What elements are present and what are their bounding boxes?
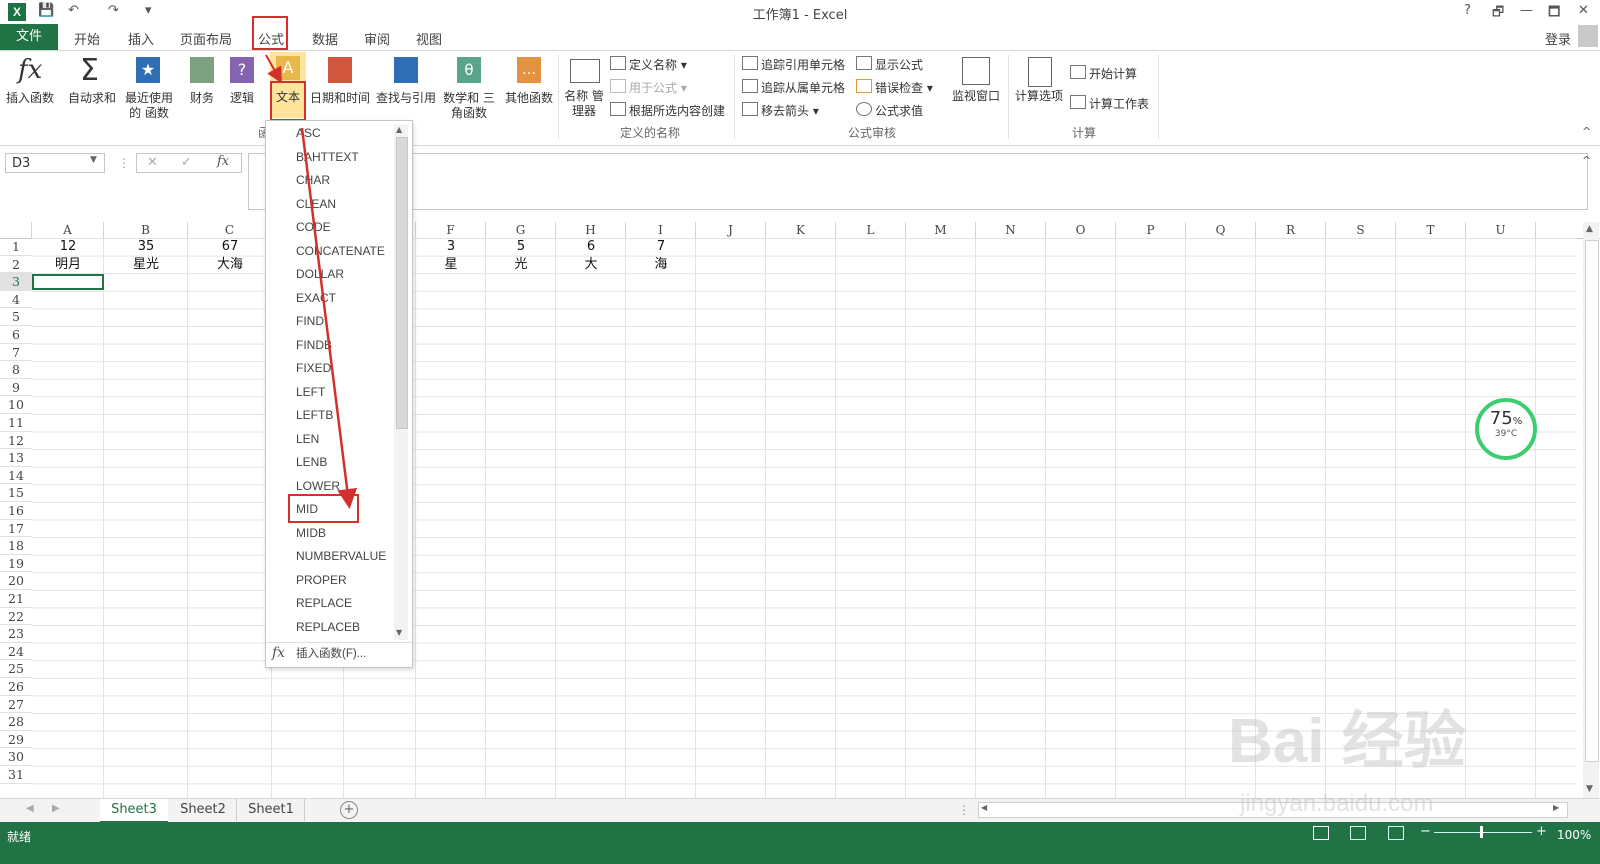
zoom-slider[interactable] xyxy=(1434,832,1532,833)
widget-temp: 39°C xyxy=(1494,429,1518,439)
prev-sheet-icon[interactable]: ◀ xyxy=(26,803,34,814)
performance-widget: 75% 39°C xyxy=(1475,398,1537,460)
sheet-tab-sheet3[interactable]: Sheet3 xyxy=(100,799,168,824)
zoom-level[interactable]: 100% xyxy=(1557,828,1591,842)
zoom-out-icon[interactable]: − xyxy=(1420,824,1431,839)
arrow-to-mid-item xyxy=(300,127,358,509)
page-break-view-icon[interactable] xyxy=(1388,826,1404,840)
page-layout-view-icon[interactable] xyxy=(1350,826,1366,840)
zoom-slider-thumb[interactable] xyxy=(1480,826,1483,838)
scroll-left-icon[interactable]: ◀ xyxy=(981,803,987,812)
baidu-watermark-url: jingyan.baidu.com xyxy=(1240,790,1434,817)
baidu-watermark: Bai 经验 xyxy=(1228,707,1466,776)
add-sheet-button[interactable]: + xyxy=(340,801,358,819)
status-bar: 就绪 − + 100% xyxy=(0,822,1600,864)
sheet-tab-sheet1[interactable]: Sheet1 xyxy=(238,799,305,821)
arrow-tab-to-text-button xyxy=(265,54,282,84)
sheet-tab-sheet2[interactable]: Sheet2 xyxy=(170,799,237,821)
normal-view-icon[interactable] xyxy=(1313,826,1329,840)
status-ready: 就绪 xyxy=(7,830,32,844)
widget-percent-sign: % xyxy=(1512,416,1523,427)
next-sheet-icon[interactable]: ▶ xyxy=(52,803,60,814)
tab-split-handle-icon[interactable]: ⋮ xyxy=(958,803,970,817)
widget-percent-value: 75 xyxy=(1489,408,1513,429)
scroll-right-icon[interactable]: ▶ xyxy=(1553,803,1559,812)
widget-percent: 75% xyxy=(1479,408,1533,429)
zoom-in-icon[interactable]: + xyxy=(1536,824,1547,839)
